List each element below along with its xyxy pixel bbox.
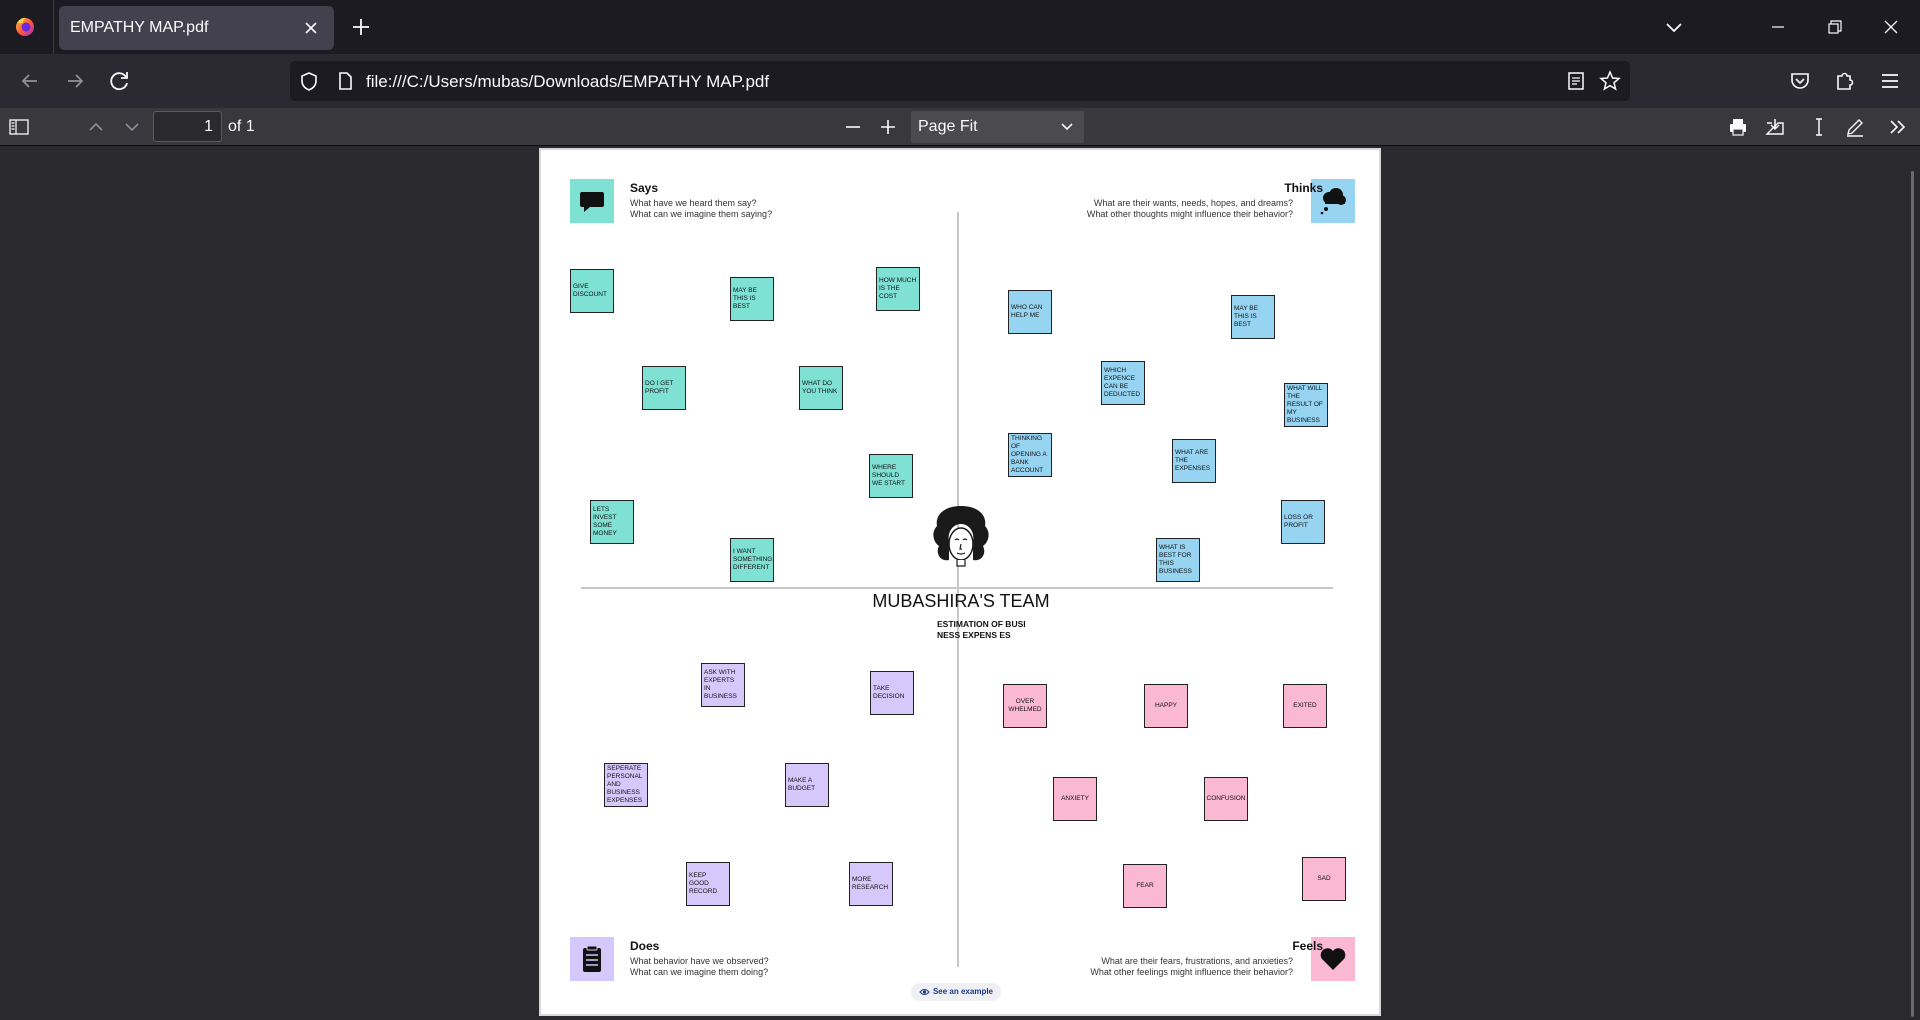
thinks-note: WHO CAN HELP ME [1008, 290, 1052, 334]
does-note: ASK WITH EXPERTS IN BUSINESS [701, 663, 745, 707]
says-note: WHAT DO YOU THINK [799, 366, 843, 410]
print-icon[interactable] [1726, 115, 1750, 139]
tab-empathy-map[interactable]: EMPATHY MAP.pdf [59, 6, 334, 50]
horizontal-divider [581, 587, 1333, 589]
says-subtitle-2: What can we imagine them saying? [630, 209, 773, 219]
thinks-title: Thinks [1284, 181, 1323, 195]
thinks-subtitle-2: What other thoughts might influence thei… [1086, 209, 1293, 219]
feels-title: Feels [1292, 939, 1323, 953]
does-title: Does [630, 939, 660, 953]
url-bar[interactable]: file:///C:/Users/mubas/Downloads/EMPATHY… [290, 61, 1630, 101]
does-note: SEPERATE PERSONAL AND BUSINESS EXPENSES [604, 763, 648, 807]
thinks-note: LOSS OR PROFIT [1281, 500, 1325, 544]
zoom-out-minus-icon[interactable] [841, 115, 865, 139]
persona-face-icon [933, 506, 989, 567]
tab-strip: EMPATHY MAP.pdf [0, 0, 1920, 54]
page-count-label: of 1 [228, 118, 255, 135]
reader-view-icon[interactable] [1565, 70, 1587, 92]
pdf-viewer[interactable]: Says What have we heard them say? What c… [0, 147, 1920, 1020]
list-all-tabs-chevron-down-icon[interactable] [1660, 14, 1688, 40]
thinks-note: WHAT WILL THE RESULT OF MY BUSINESS [1284, 383, 1328, 427]
url-text[interactable]: file:///C:/Users/mubas/Downloads/EMPATHY… [366, 72, 769, 92]
see-example-link[interactable]: See an example [911, 983, 1001, 1001]
does-note: MAKE A BUDGET [785, 763, 829, 807]
restore-window-icon[interactable] [1820, 14, 1848, 40]
menu-hamburger-icon[interactable] [1875, 66, 1905, 96]
pocket-icon[interactable] [1785, 66, 1815, 96]
does-note: MORE RESEARCH [849, 862, 893, 906]
does-note: KEEP GOOD RECORD [686, 862, 730, 906]
feels-note: FEAR [1123, 864, 1167, 908]
eye-icon [919, 988, 930, 995]
feels-note: ANXIETY [1053, 777, 1097, 821]
says-title: Says [630, 181, 659, 195]
feels-note: OVER WHELMED [1003, 684, 1047, 728]
save-download-icon[interactable] [1763, 115, 1787, 139]
thinks-note: WHAT IS BEST FOR THIS BUSINESS [1156, 538, 1200, 582]
page-number-input[interactable]: 1 [153, 111, 222, 142]
zoom-select-value: Page Fit [918, 118, 978, 135]
close-window-icon[interactable] [1877, 14, 1905, 40]
zoom-in-plus-icon[interactable] [876, 115, 900, 139]
chevron-down-icon [1061, 123, 1073, 131]
new-tab-icon[interactable] [348, 14, 374, 40]
shield-icon[interactable] [298, 70, 320, 92]
close-tab-icon[interactable] [300, 17, 322, 39]
vertical-divider [957, 212, 959, 967]
feels-note: HAPPY [1144, 684, 1188, 728]
says-note: DO I GET PROFIT [642, 366, 686, 410]
draw-pen-icon[interactable] [1843, 115, 1867, 139]
minimize-window-icon[interactable] [1764, 14, 1792, 40]
forward-arrow-icon[interactable] [60, 66, 90, 96]
thinks-subtitle-1: What are their wants, needs, hopes, and … [1093, 198, 1293, 208]
vertical-scrollbar[interactable] [1911, 171, 1914, 1017]
next-page-chevron-down-icon[interactable] [120, 115, 144, 139]
navigation-toolbar: file:///C:/Users/mubas/Downloads/EMPATHY… [0, 54, 1920, 108]
text-cursor-icon[interactable] [1807, 115, 1831, 139]
feels-note: SAD [1302, 857, 1346, 901]
firefox-logo-icon[interactable] [14, 15, 36, 37]
pdf-toolbar: 1 of 1 Page Fit [0, 108, 1920, 146]
previous-page-chevron-up-icon[interactable] [84, 115, 108, 139]
says-note: LETS INVEST SOME MONEY [590, 500, 634, 544]
does-clipboard-icon [570, 937, 614, 981]
does-subtitle-2: What can we imagine them doing? [630, 967, 769, 977]
says-note: HOW MUCH IS THE COST [876, 267, 920, 311]
says-note: MAY BE THIS IS BEST [730, 277, 774, 321]
page-icon[interactable] [334, 70, 356, 92]
sidebar-toggle-icon[interactable] [7, 115, 31, 139]
reload-icon[interactable] [105, 66, 135, 96]
see-example-label: See an example [932, 987, 994, 996]
map-subtitle: ESTIMATION OF BUSINESS EXPENS ES [937, 619, 1026, 640]
thinks-note: WHICH EXPENCE CAN BE DEDUCTED [1101, 361, 1145, 405]
back-arrow-icon[interactable] [15, 66, 45, 96]
zoom-select[interactable]: Page Fit [911, 111, 1084, 143]
says-note: GIVE DISCOUNT [570, 269, 614, 313]
does-note: TAKE DECISION [870, 671, 914, 715]
says-note: WHERE SHOULD WE START [869, 454, 913, 498]
says-note: I WANT SOMETHING DIFFERENT [730, 538, 774, 582]
tab-title: EMPATHY MAP.pdf [70, 19, 209, 36]
feels-note: CONFUSION [1204, 777, 1248, 821]
feels-subtitle-2: What other feelings might influence thei… [1090, 967, 1293, 977]
tab-separator [53, 0, 54, 54]
tools-double-chevron-right-icon[interactable] [1886, 115, 1910, 139]
team-name: MUBASHIRA'S TEAM [872, 591, 1050, 611]
thinks-note: MAY BE THIS IS BEST [1231, 295, 1275, 339]
says-speech-bubble-icon [570, 179, 614, 223]
thinks-note: THINKING OF OPENING A BANK ACCOUNT [1008, 433, 1052, 477]
bookmark-star-icon[interactable] [1599, 70, 1621, 92]
pdf-page: Says What have we heard them say? What c… [539, 148, 1381, 1016]
does-subtitle-1: What behavior have we observed? [630, 956, 769, 966]
says-subtitle-1: What have we heard them say? [630, 198, 757, 208]
feels-note: EXITED [1283, 684, 1327, 728]
extensions-puzzle-icon[interactable] [1830, 66, 1860, 96]
thinks-note: WHAT ARE THE EXPENSES [1172, 439, 1216, 483]
feels-subtitle-1: What are their fears, frustrations, and … [1101, 956, 1293, 966]
